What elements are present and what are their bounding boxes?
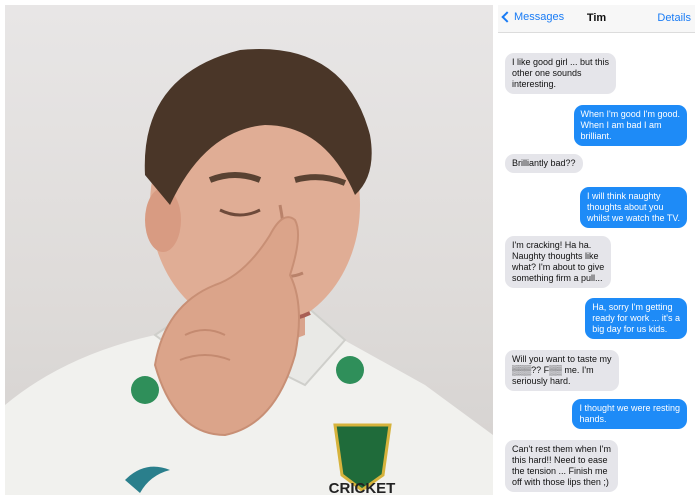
message-bubble-outgoing: I will think naughty thoughts about you … — [579, 187, 687, 228]
details-button[interactable]: Details — [657, 12, 691, 24]
message-screenshot: Messages Tim Details I like good girl ..… — [498, 5, 695, 495]
message-bubble-outgoing: I thought we were resting hands. — [572, 399, 687, 429]
message-bubble-incoming: Can't rest them when I'm this hard!! Nee… — [505, 440, 618, 492]
message-bubble-incoming: I'm cracking! Ha ha. Naughty thoughts li… — [505, 236, 612, 288]
news-photo: CRICKET — [5, 5, 493, 495]
sponsor-badge-right — [336, 356, 364, 384]
messages-navbar: Messages Tim Details — [498, 5, 695, 33]
message-bubble-outgoing: When I'm good I'm good. When I am bad I … — [573, 105, 687, 146]
message-thread: I like good girl ... but this other one … — [498, 33, 695, 495]
message-bubble-incoming: I like good girl ... but this other one … — [505, 53, 617, 94]
message-bubble-outgoing: Ha, sorry I'm getting ready for work ...… — [585, 298, 687, 339]
message-bubble-incoming: Brilliantly bad?? — [505, 154, 583, 173]
photo-illustration: CRICKET — [5, 49, 493, 495]
shirt-logo-text: CRICKET — [329, 480, 396, 495]
sponsor-badge-left — [131, 376, 159, 404]
message-bubble-incoming: Will you want to taste my ▒▒▒?? F▒▒ me. … — [505, 350, 619, 391]
